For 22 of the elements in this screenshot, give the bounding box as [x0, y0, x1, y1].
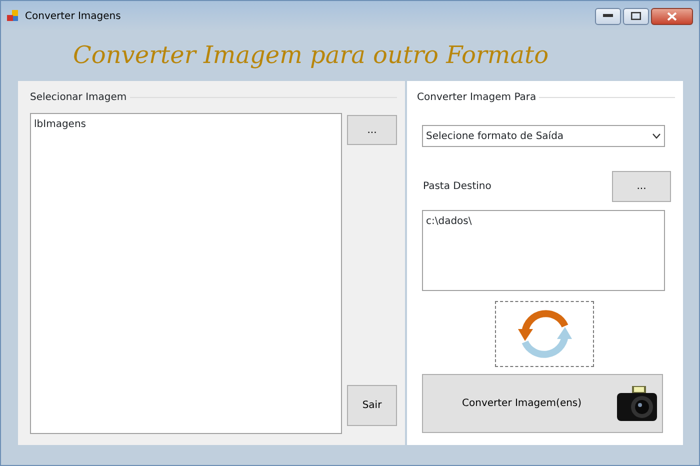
folder-field[interactable]: c:\dados\ — [422, 210, 665, 291]
close-button[interactable] — [651, 8, 693, 24]
format-dropdown[interactable]: Selecione formato de Saída — [422, 125, 665, 147]
minimize-button[interactable] — [595, 8, 621, 24]
group-legend: Converter Imagem Para — [417, 90, 536, 104]
window-title: Converter Imagens — [25, 10, 122, 24]
close-icon — [667, 12, 677, 20]
group-legend: Selecionar Imagem — [30, 90, 127, 104]
app-icon — [7, 10, 19, 22]
caret-icon — [652, 133, 661, 139]
heading: Converter Imagem para outro Formato — [73, 40, 550, 71]
folder-button[interactable]: ... — [612, 171, 671, 202]
maximize-button[interactable] — [623, 8, 649, 24]
minimize-icon — [603, 14, 613, 18]
exit-button[interactable]: Sair — [347, 385, 397, 426]
image-list[interactable]: lbImagens — [30, 113, 342, 434]
folder-label: Pasta Destino — [423, 180, 492, 194]
browse-button[interactable]: ... — [347, 115, 397, 145]
camera-icon — [616, 384, 658, 424]
maximize-icon — [631, 12, 641, 20]
list-text: lbImagens — [34, 119, 86, 130]
convert-button[interactable]: Converter Imagem(ens) — [422, 374, 663, 433]
